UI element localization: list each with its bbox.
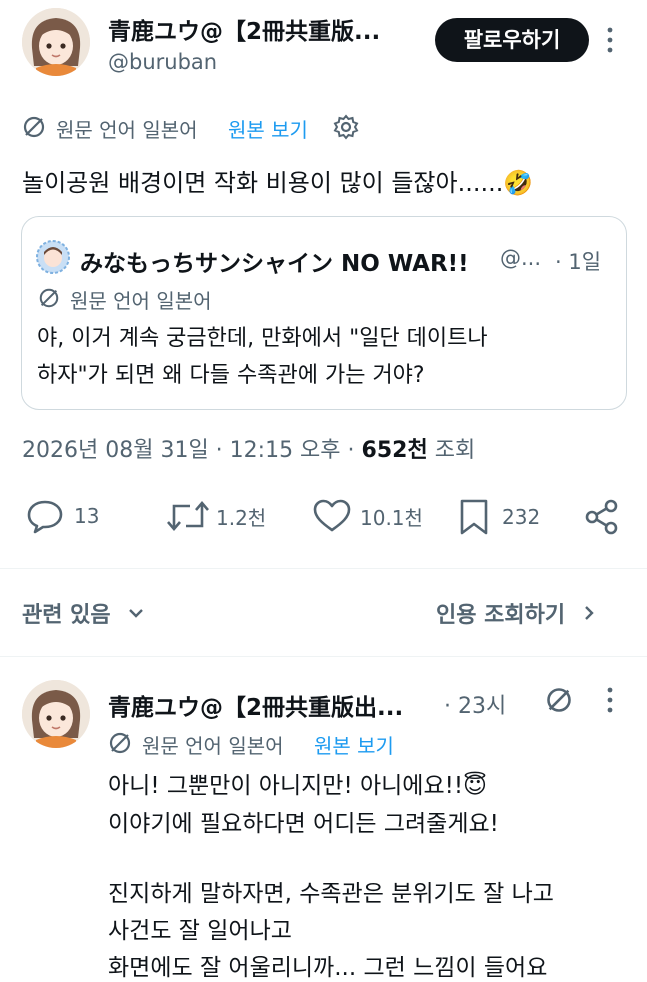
- reply-translation-icon: [108, 731, 132, 755]
- views-label: 조회: [434, 438, 476, 463]
- more-options-icon[interactable]: [604, 26, 616, 54]
- bookmark-icon: [460, 499, 488, 535]
- author-avatar[interactable]: [22, 8, 90, 76]
- like-button[interactable]: 10.1천: [312, 498, 423, 534]
- views-count: 652천: [361, 438, 428, 463]
- divider: [0, 568, 647, 569]
- author-handle[interactable]: @buruban: [108, 50, 217, 74]
- bookmark-count: 232: [502, 505, 541, 529]
- reply-translation-note: 원문 언어 일본어: [142, 734, 284, 758]
- quote-author-name[interactable]: みなもっちサンシャイン NO WAR!!: [80, 244, 469, 278]
- quote-views-link[interactable]: 인용 조회하기: [436, 597, 599, 629]
- reply-text-line4: 사건도 잘 일어나고: [108, 918, 292, 944]
- quote-time: · 1일: [555, 250, 602, 274]
- reply-show-original-link[interactable]: 원본 보기: [314, 730, 394, 759]
- related-label: 관련 있음: [22, 603, 111, 628]
- post-text: 놀이공원 배경이면 작화 비용이 많이 들잖아......🤣: [22, 169, 534, 197]
- reply-author-name[interactable]: 青鹿ユウ@【2冊共重版出...: [108, 688, 438, 722]
- reply-button[interactable]: 13: [26, 498, 99, 534]
- author-name[interactable]: 青鹿ユウ@【2冊共重版...: [108, 12, 418, 46]
- quote-handle: @...: [500, 246, 542, 270]
- reply-translate-icon: [545, 686, 573, 714]
- chevron-right-icon: [585, 606, 594, 620]
- repost-icon: [167, 501, 209, 531]
- divider: [0, 656, 647, 657]
- post-timestamp: 2026년 08월 31일 · 12:15 오후 ·: [22, 438, 355, 463]
- bookmark-button[interactable]: 232: [456, 498, 540, 536]
- reply-text-line3: 진지하게 말하자면, 수족관은 분위기도 잘 나고: [108, 881, 554, 907]
- post-meta: 2026년 08월 31일 · 12:15 오후 · 652천 조회: [22, 432, 475, 464]
- related-toggle[interactable]: 관련 있음: [22, 597, 147, 629]
- quote-translation-note: 원문 언어 일본어: [70, 289, 212, 313]
- reply-more-options-icon[interactable]: [604, 686, 616, 714]
- chevron-down-icon: [128, 609, 143, 618]
- settings-icon[interactable]: [333, 114, 359, 140]
- reply-avatar[interactable]: [22, 680, 90, 748]
- quote-translate-icon: [38, 287, 60, 309]
- reply-text-line2: 이야기에 필요하다면 어디든 그려줄게요!: [108, 811, 499, 837]
- translation-note: 원문 언어 일본어: [56, 118, 198, 142]
- show-original-link[interactable]: 원본 보기: [228, 114, 308, 143]
- repost-count: 1.2천: [216, 505, 267, 530]
- quote-views-label: 인용 조회하기: [436, 603, 566, 628]
- heart-icon: [313, 499, 351, 532]
- like-count: 10.1천: [360, 505, 423, 530]
- reply-count: 13: [74, 504, 100, 528]
- share-icon[interactable]: [583, 498, 621, 536]
- repost-button[interactable]: 1.2천: [166, 498, 266, 534]
- quote-avatar: [36, 240, 70, 274]
- follow-button[interactable]: 팔로우하기: [435, 18, 589, 62]
- reply-time: · 23시: [444, 694, 507, 719]
- reply-icon: [27, 500, 63, 534]
- reply-text-line5: 화면에도 잘 어울리니까... 그런 느낌이 들어요: [108, 955, 548, 981]
- translate-icon: [22, 115, 46, 139]
- reply-text-line1: 아니! 그뿐만이 아니지만! 아니에요!!😇: [108, 773, 488, 799]
- quote-text-line2: 하자"가 되면 왜 다들 수족관에 가는 거야?: [37, 363, 425, 388]
- quote-text-line1: 야, 이거 계속 궁금한데, 만화에서 "일단 데이트나: [37, 326, 488, 351]
